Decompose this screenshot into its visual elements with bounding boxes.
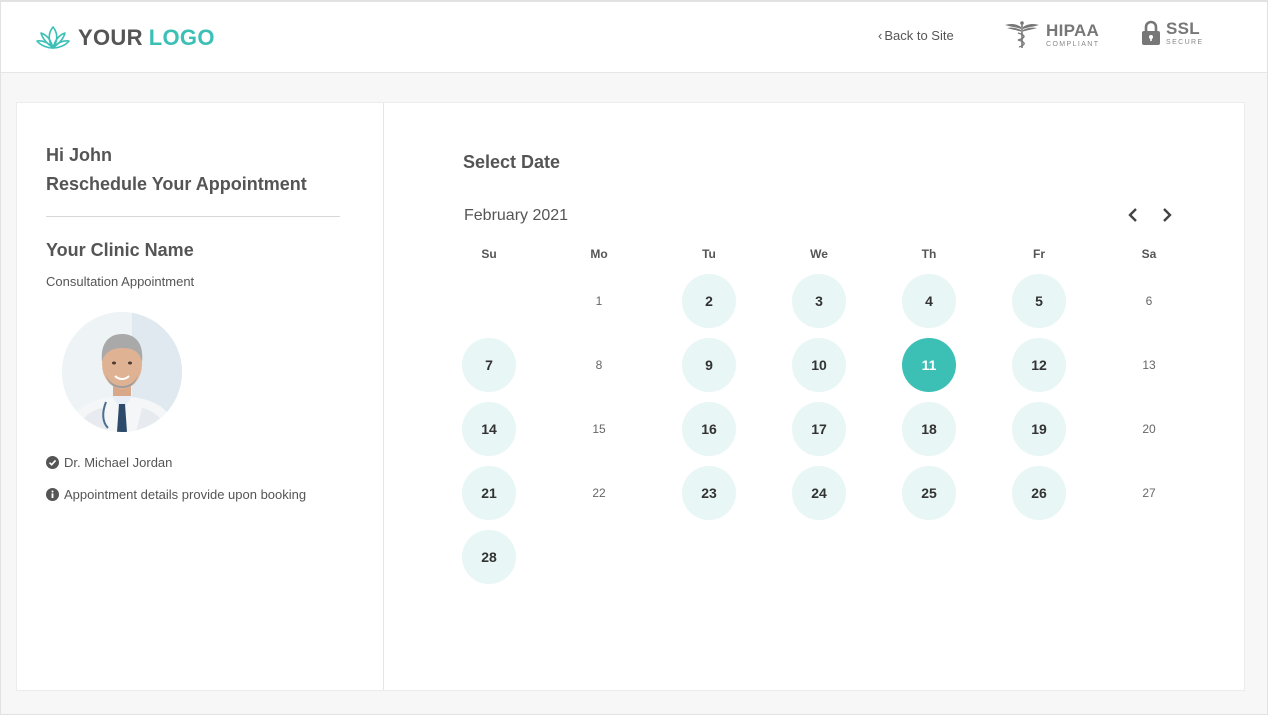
weekday-header-mo: Mo (590, 247, 608, 261)
calendar-day-8: 8 (595, 358, 603, 372)
reschedule-heading: Reschedule Your Appointment (46, 174, 307, 194)
greeting: Hi John (46, 145, 112, 165)
calendar-day-17[interactable]: 17 (792, 402, 846, 456)
logo-word-your: YOUR (78, 25, 143, 50)
calendar-day-16[interactable]: 16 (682, 402, 736, 456)
booking-card: Hi John Reschedule Your Appointment Your… (16, 102, 1245, 691)
calendar-day-5[interactable]: 5 (1012, 274, 1066, 328)
details-note: Appointment details provide upon booking (64, 487, 307, 502)
appointment-type: Consultation Appointment (46, 274, 195, 289)
calendar-day-18[interactable]: 18 (902, 402, 956, 456)
calendar-day-11[interactable]: 11 (902, 338, 956, 392)
weekday-header-we: We (810, 247, 828, 261)
calendar-day-26[interactable]: 26 (1012, 466, 1066, 520)
next-month-button[interactable] (1159, 207, 1175, 223)
weekday-header-fr: Fr (1033, 247, 1045, 261)
greeting-block: Hi John Reschedule Your Appointment (46, 141, 307, 199)
doctor-name: Dr. Michael Jordan (64, 455, 173, 470)
calendar-day-27: 27 (1142, 486, 1156, 500)
details-row: Appointment details provide upon booking (46, 487, 306, 502)
logo-word-logo: LOGO (148, 25, 215, 50)
calendar-day-3[interactable]: 3 (792, 274, 846, 328)
weekday-header-su: Su (481, 247, 497, 261)
weekday-header-tu: Tu (702, 247, 716, 261)
month-label: February 2021 (464, 207, 569, 224)
lotus-logo-icon (36, 26, 70, 49)
calendar-day-13: 13 (1142, 358, 1156, 372)
weekday-header-sa: Sa (1141, 247, 1157, 261)
calendar-day-21[interactable]: 21 (462, 466, 516, 520)
calendar-day-14[interactable]: 14 (462, 402, 516, 456)
ssl-badge: SSL SECURE (1141, 20, 1204, 46)
ssl-subtitle: SECURE (1166, 39, 1204, 46)
divider (46, 216, 340, 217)
chevron-left-icon: ‹ (878, 28, 883, 43)
doctor-photo (62, 312, 182, 432)
padlock-icon (1142, 20, 1160, 45)
ssl-title: SSL (1166, 19, 1200, 38)
calendar-day-28[interactable]: 28 (462, 530, 516, 584)
header: YOURLOGO ‹Back to Site HIPAA COMPLIANT (1, 2, 1267, 73)
calendar-day-25[interactable]: 25 (902, 466, 956, 520)
clinic-name: Your Clinic Name (46, 240, 194, 260)
caduceus-icon (1005, 21, 1039, 48)
calendar-day-1: 1 (595, 294, 603, 308)
back-to-site-link[interactable]: ‹ Back to Site (878, 28, 954, 43)
chevron-right-icon (1163, 208, 1172, 222)
hipaa-badge: HIPAA COMPLIANT (1003, 20, 1099, 50)
logo[interactable]: YOUR LOGO (36, 22, 215, 54)
calendar-day-22: 22 (592, 486, 606, 500)
calendar-day-19[interactable]: 19 (1012, 402, 1066, 456)
calendar-day-10[interactable]: 10 (792, 338, 846, 392)
calendar-day-6: 6 (1145, 294, 1153, 308)
doctor-avatar (62, 312, 182, 432)
doctor-row: Dr. Michael Jordan (46, 455, 172, 470)
calendar-day-20: 20 (1142, 422, 1156, 436)
weekday-header-th: Th (921, 247, 937, 261)
calendar-day-23[interactable]: 23 (682, 466, 736, 520)
previous-month-button[interactable] (1125, 207, 1141, 223)
hipaa-title: HIPAA (1046, 21, 1100, 40)
calendar-day-9[interactable]: 9 (682, 338, 736, 392)
calendar-day-2[interactable]: 2 (682, 274, 736, 328)
check-circle-icon (46, 456, 59, 469)
calendar-day-24[interactable]: 24 (792, 466, 846, 520)
calendar-day-12[interactable]: 12 (1012, 338, 1066, 392)
hipaa-subtitle: COMPLIANT (1046, 41, 1100, 48)
chevron-left-icon (1128, 208, 1137, 222)
calendar-day-7[interactable]: 7 (462, 338, 516, 392)
appointment-summary: Hi John Reschedule Your Appointment Your… (17, 103, 384, 690)
info-circle-icon (46, 488, 59, 501)
select-date-title: Select Date (463, 152, 561, 172)
back-to-site-label: Back to Site (884, 28, 954, 43)
calendar-day-4[interactable]: 4 (902, 274, 956, 328)
calendar-day-15: 15 (592, 422, 606, 436)
